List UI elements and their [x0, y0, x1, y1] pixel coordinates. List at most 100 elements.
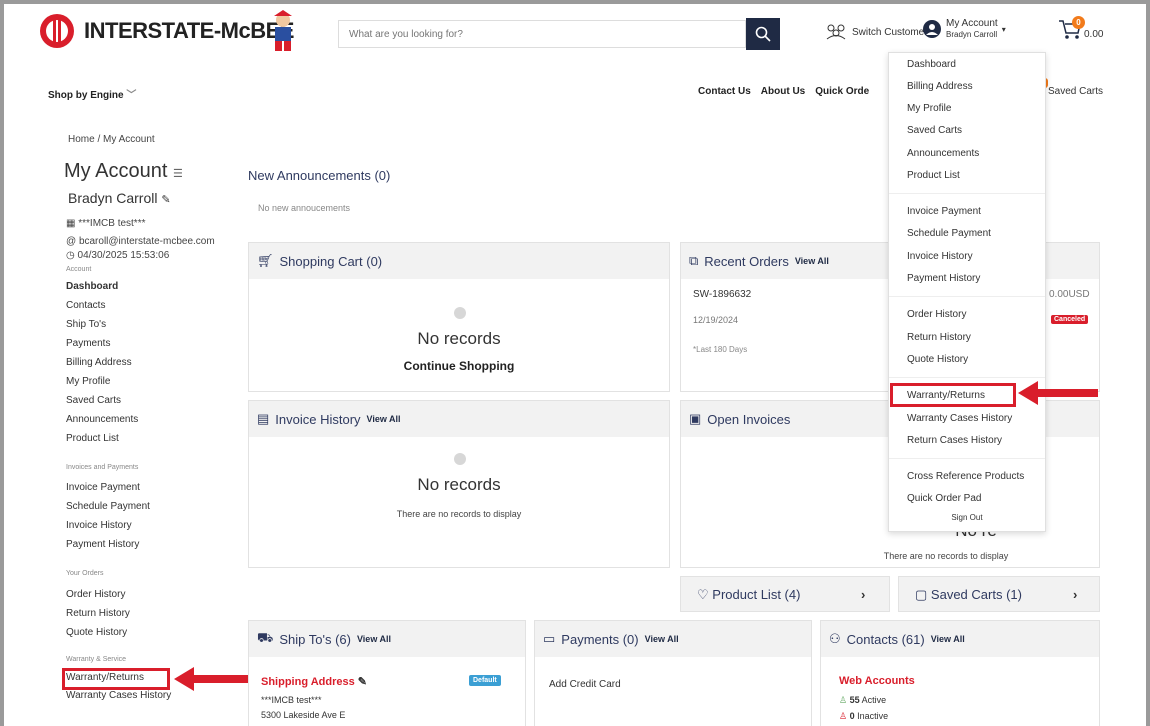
- edit-icon[interactable]: ✎: [358, 676, 367, 688]
- dropdown-item-product-list[interactable]: Product List: [907, 170, 960, 181]
- search-input[interactable]: [338, 20, 746, 48]
- saved-carts-label: ▢ Saved Carts (1): [915, 587, 1022, 603]
- sidebar-item-saved-carts[interactable]: Saved Carts: [66, 395, 121, 406]
- search-button[interactable]: [746, 18, 780, 50]
- dropdown-item-billing-address[interactable]: Billing Address: [907, 81, 973, 92]
- view-all-link[interactable]: View All: [931, 634, 965, 644]
- address-line-1: ***IMCB test***: [261, 695, 322, 705]
- at-icon: @: [66, 236, 77, 247]
- dropdown-item-invoice-payment[interactable]: Invoice Payment: [907, 206, 981, 217]
- nav-contact-us[interactable]: Contact Us: [698, 86, 751, 97]
- account-label: My Account: [946, 18, 998, 29]
- sign-out-button[interactable]: Sign Out: [889, 513, 1045, 522]
- active-count: ♙ 55 Active: [839, 695, 886, 706]
- arrow-left-icon: [174, 667, 250, 691]
- saved-carts-text: Saved Carts (1): [930, 587, 1022, 602]
- panel-body: Web Accounts ♙ 55 Active ♙ 0 Inactive: [821, 657, 1099, 726]
- sidebar-item-quote-history[interactable]: Quote History: [66, 627, 127, 638]
- view-all-link[interactable]: View All: [357, 634, 391, 644]
- cart-count-badge: 0: [1072, 16, 1085, 29]
- search-icon: [755, 26, 771, 42]
- sidebar-item-warranty-cases-history[interactable]: Warranty Cases History: [66, 690, 171, 701]
- order-amount: 0.00USD: [1049, 289, 1090, 300]
- logo-icon[interactable]: [38, 12, 76, 50]
- sidebar-item-announcements[interactable]: Announcements: [66, 414, 138, 425]
- contacts-panel: ⚇ Contacts (61) View All Web Accounts ♙ …: [820, 620, 1100, 726]
- order-number[interactable]: SW-1896632: [693, 289, 751, 300]
- dropdown-item-dashboard[interactable]: Dashboard: [907, 59, 956, 70]
- dropdown-item-saved-carts[interactable]: Saved Carts: [907, 125, 962, 136]
- empty-sub-message: There are no records to display: [396, 509, 522, 519]
- order-date: 12/19/2024: [693, 315, 739, 325]
- dropdown-item-order-history[interactable]: Order History: [907, 309, 966, 320]
- sidebar-item-schedule-payment[interactable]: Schedule Payment: [66, 501, 150, 512]
- dropdown-item-return-cases-history[interactable]: Return Cases History: [907, 435, 1002, 446]
- panel-body: Shipping Address ✎ Default ***IMCB test*…: [249, 657, 525, 726]
- logo-text[interactable]: INTERSTATE-McBEE: [84, 18, 294, 44]
- saved-carts-card[interactable]: ▢ Saved Carts (1) ›: [898, 576, 1100, 612]
- clock-icon: ◷: [66, 250, 75, 261]
- sidebar-item-return-history[interactable]: Return History: [66, 608, 130, 619]
- payments-title: Payments (0): [561, 631, 639, 647]
- dropdown-item-announcements[interactable]: Announcements: [907, 148, 979, 159]
- open-invoices-title: Open Invoices: [707, 411, 791, 427]
- product-list-label: ♡ Product List (4): [697, 587, 800, 603]
- empty-sub-message: There are no records to display: [883, 551, 1009, 561]
- contacts-title: Contacts (61): [846, 631, 925, 647]
- sidebar-item-payments[interactable]: Payments: [66, 338, 110, 349]
- switch-customer-button[interactable]: Switch Customer: [825, 24, 928, 40]
- sidebar-item-ship-tos[interactable]: Ship To's: [66, 319, 106, 330]
- breadcrumb[interactable]: Home / My Account: [68, 134, 155, 145]
- sidebar-item-my-profile[interactable]: My Profile: [66, 376, 110, 387]
- panel-header: 🛒︎ Shopping Cart (0): [249, 243, 669, 279]
- continue-shopping-link[interactable]: Continue Shopping: [249, 359, 669, 373]
- user-icon: ♙: [839, 711, 848, 721]
- dropdown-item-invoice-history[interactable]: Invoice History: [907, 251, 973, 262]
- view-all-link[interactable]: View All: [645, 634, 679, 644]
- company-name: ***IMCB test***: [78, 218, 146, 229]
- add-credit-card-link[interactable]: Add Credit Card: [549, 679, 621, 690]
- view-all-link[interactable]: View All: [367, 414, 401, 424]
- status-badge: Canceled: [1051, 315, 1089, 324]
- inactive-count: ♙ 0 Inactive: [839, 711, 888, 722]
- nav-saved-carts[interactable]: Saved Carts: [1048, 86, 1103, 97]
- shop-by-engine-menu[interactable]: Shop by Engine ﹀: [48, 86, 136, 101]
- inactive-number: 0: [849, 711, 855, 721]
- panel-header: ⚇ Contacts (61) View All: [821, 621, 1099, 657]
- nav-links: Contact Us About Us Quick Orde: [698, 86, 869, 97]
- dropdown-item-payment-history[interactable]: Payment History: [907, 273, 980, 284]
- highlight-box-dropdown: [890, 383, 1016, 407]
- section-orders: Your Orders: [66, 570, 104, 577]
- product-list-card[interactable]: ♡ Product List (4) ›: [680, 576, 890, 612]
- sidebar-item-product-list[interactable]: Product List: [66, 433, 119, 444]
- sidebar-item-billing-address[interactable]: Billing Address: [66, 357, 132, 368]
- sidebar-item-invoice-history[interactable]: Invoice History: [66, 520, 132, 531]
- dropdown-item-my-profile[interactable]: My Profile: [907, 103, 951, 114]
- user-icon: ♙: [839, 695, 848, 705]
- menu-toggle-icon[interactable]: ☰: [173, 168, 183, 180]
- credit-card-icon: ▭: [543, 631, 556, 646]
- view-all-link[interactable]: View All: [795, 256, 829, 266]
- sidebar-item-contacts[interactable]: Contacts: [66, 300, 105, 311]
- dropdown-item-cross-reference-products[interactable]: Cross Reference Products: [907, 471, 1024, 482]
- sidebar-item-payment-history[interactable]: Payment History: [66, 539, 139, 550]
- active-number: 55: [849, 695, 860, 705]
- dropdown-item-warranty-cases-history[interactable]: Warranty Cases History: [907, 413, 1012, 424]
- edit-icon[interactable]: ✎: [161, 194, 170, 206]
- dropdown-item-quick-order-pad[interactable]: Quick Order Pad: [907, 493, 981, 504]
- nav-about-us[interactable]: About Us: [761, 86, 805, 97]
- nav-quick-order[interactable]: Quick Orde: [815, 86, 869, 97]
- default-badge: Default: [469, 675, 501, 686]
- dropdown-item-quote-history[interactable]: Quote History: [907, 354, 968, 365]
- last-login: 04/30/2025 15:53:06: [77, 250, 170, 261]
- sidebar-item-dashboard[interactable]: Dashboard: [66, 281, 118, 292]
- dropdown-item-schedule-payment[interactable]: Schedule Payment: [907, 228, 991, 239]
- sidebar-item-order-history[interactable]: Order History: [66, 589, 125, 600]
- dropdown-item-return-history[interactable]: Return History: [907, 332, 971, 343]
- sidebar-item-invoice-payment[interactable]: Invoice Payment: [66, 482, 140, 493]
- address-line-2: 5300 Lakeside Ave E: [261, 710, 346, 720]
- highlight-box-sidebar: [62, 668, 170, 690]
- my-account-menu[interactable]: My Account Bradyn Carroll ▾: [922, 18, 1006, 40]
- chevron-right-icon: ›: [1073, 587, 1078, 602]
- panel-header: ▤ Invoice History View All: [249, 401, 669, 437]
